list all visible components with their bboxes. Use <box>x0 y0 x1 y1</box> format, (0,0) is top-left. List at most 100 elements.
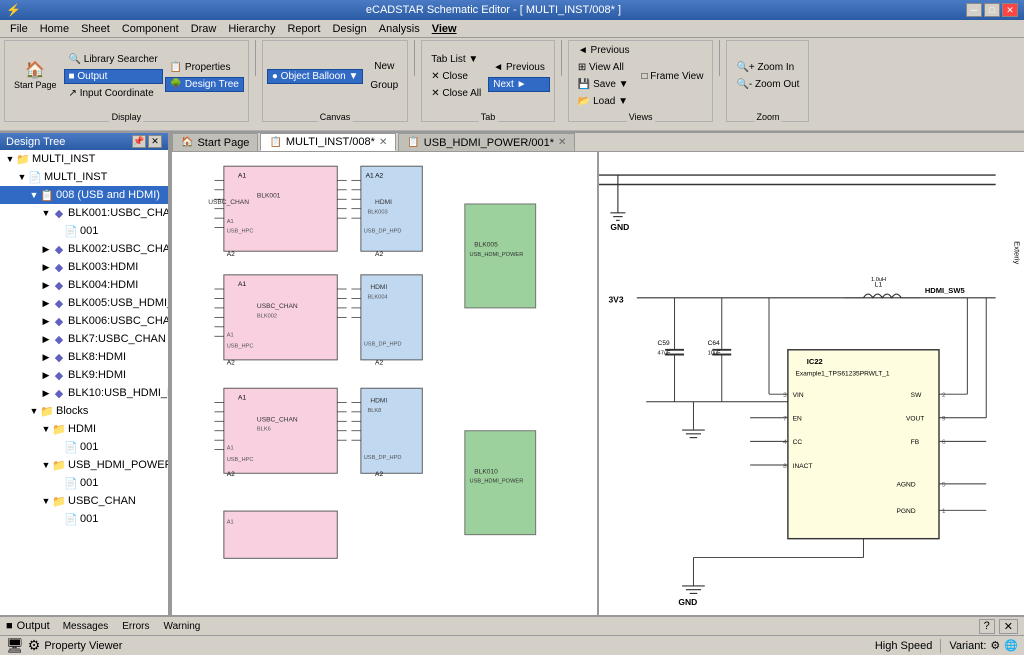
toolbar-views-group: ◄ Previous ⊞ View All 💾 Save ▼ 📂 Load ▼ … <box>568 40 714 122</box>
tree-item-usb-hdmi-power[interactable]: ▼ 📁 USB_HDMI_POWER <box>0 456 168 474</box>
expand-icon[interactable]: ▶ <box>40 279 52 291</box>
3v3-label: 3V3 <box>608 295 623 305</box>
menu-draw[interactable]: Draw <box>185 22 223 36</box>
properties-btn[interactable]: 📋 Properties <box>165 60 244 75</box>
panel-close-btn[interactable]: ✕ <box>148 135 162 148</box>
object-balloon-btn[interactable]: ● Object Balloon ▼ <box>267 69 364 84</box>
minimize-btn[interactable]: ─ <box>966 3 982 17</box>
blk008-botlabel: USB_DP_HPD <box>364 455 402 461</box>
doc-icon: 📄 <box>64 224 78 238</box>
right-schematic[interactable]: Exteriy GND 3V3 <box>599 152 1024 615</box>
expand-icon[interactable]: ▶ <box>40 315 52 327</box>
group-btn[interactable]: Group <box>365 77 403 94</box>
zoom-in-btn[interactable]: 🔍+ Zoom In <box>731 60 804 75</box>
c59-val: 47uF <box>658 351 671 357</box>
tab-close-icon[interactable]: ✕ <box>558 137 566 148</box>
output-close-btn[interactable]: ✕ <box>999 619 1018 634</box>
blk003-botlabel: USB_DP_HPD <box>364 228 402 234</box>
expand-icon[interactable]: ▶ <box>40 261 52 273</box>
output-tab-messages[interactable]: Messages <box>58 619 114 634</box>
menu-component[interactable]: Component <box>116 22 185 36</box>
tree-item-blk004[interactable]: ▶ ◆ BLK004:HDMI <box>0 276 168 294</box>
output-tab-warning[interactable]: Warning <box>159 619 206 634</box>
load-view-btn[interactable]: 📂 Load ▼ <box>573 94 635 109</box>
expand-icon[interactable]: ▼ <box>28 189 40 201</box>
close-tab-btn[interactable]: ✕ Close <box>426 69 486 84</box>
expand-icon[interactable]: ▶ <box>40 369 52 381</box>
output-help-btn[interactable]: ? <box>979 619 995 634</box>
expand-icon[interactable]: ▶ <box>40 351 52 363</box>
tree-item-usbc-001[interactable]: 📄 001 <box>0 510 168 528</box>
tree-item-blk9[interactable]: ▶ ◆ BLK9:HDMI <box>0 366 168 384</box>
output-btn[interactable]: ■ Output <box>64 69 163 84</box>
tree-item-blk001[interactable]: ▼ ◆ BLK001:USBC_CHAN <box>0 204 168 222</box>
tree-item-hdmi-001[interactable]: 📄 001 <box>0 438 168 456</box>
prev-view-btn[interactable]: ◄ Previous <box>573 43 635 58</box>
close-all-btn[interactable]: ✕ Close All <box>426 86 486 101</box>
save-view-btn[interactable]: 💾 Save ▼ <box>573 77 635 92</box>
tree-item-usbc-chan[interactable]: ▼ 📁 USBC_CHAN <box>0 492 168 510</box>
tab-start-page[interactable]: 🏠 Start Page <box>172 133 258 151</box>
design-tree-btn[interactable]: 🌳 Design Tree <box>165 77 244 92</box>
menu-sheet[interactable]: Sheet <box>75 22 116 36</box>
new-btn[interactable]: New <box>365 58 403 75</box>
tree-item-blk10[interactable]: ▶ ◆ BLK10:USB_HDMI_POWER <box>0 384 168 402</box>
library-searcher-btn[interactable]: 🔍 Library Searcher <box>64 52 163 67</box>
expand-icon[interactable]: ▼ <box>40 495 52 507</box>
tab-close-icon[interactable]: ✕ <box>379 137 387 148</box>
panel-pin-btn[interactable]: 📌 <box>132 135 146 148</box>
status-extra-icon: 🌐 <box>1004 639 1018 652</box>
output-tab-errors[interactable]: Errors <box>117 619 154 634</box>
tree-item-001a[interactable]: 📄 001 <box>0 222 168 240</box>
prev-tab-btn[interactable]: ◄ Previous <box>488 60 550 75</box>
expand-icon[interactable]: ▶ <box>40 243 52 255</box>
tree-item-008[interactable]: ▼ 📋 008 (USB and HDMI) <box>0 186 168 204</box>
menu-file[interactable]: File <box>4 22 34 36</box>
tab-list-btn[interactable]: Tab List ▼ <box>426 52 486 67</box>
menu-view[interactable]: View <box>426 22 463 36</box>
tree-item-blk7[interactable]: ▶ ◆ BLK7:USBC_CHAN <box>0 330 168 348</box>
expand-icon[interactable]: ▼ <box>16 171 28 183</box>
start-page-btn[interactable]: 🏠 Start Page <box>9 60 62 93</box>
views-label: Views <box>627 112 655 122</box>
blk004-label: HDMI <box>370 284 387 291</box>
expand-icon[interactable]: ▼ <box>4 153 16 165</box>
tree-item-blk003[interactable]: ▶ ◆ BLK003:HDMI <box>0 258 168 276</box>
tree-item-usb-hdmi-001[interactable]: 📄 001 <box>0 474 168 492</box>
menu-analysis[interactable]: Analysis <box>373 22 426 36</box>
pin4: 4 <box>783 439 787 446</box>
tree-item-blk006[interactable]: ▶ ◆ BLK006:USBC_CHAN <box>0 312 168 330</box>
tree-item-blk002[interactable]: ▶ ◆ BLK002:USBC_CHAN <box>0 240 168 258</box>
tree-item-blocks[interactable]: ▼ 📁 Blocks <box>0 402 168 420</box>
tab-multi-inst-008[interactable]: 📋 MULTI_INST/008* ✕ <box>260 133 396 151</box>
tree-item-blk005[interactable]: ▶ ◆ BLK005:USB_HDMI_POWER <box>0 294 168 312</box>
zoom-out-btn[interactable]: 🔍- Zoom Out <box>731 77 804 92</box>
input-coordinate-btn[interactable]: ↗ Input Coordinate <box>64 86 163 101</box>
expand-icon[interactable]: ▶ <box>40 333 52 345</box>
blk003-label-top: A1 A2 <box>366 173 384 180</box>
left-schematic[interactable]: A1 USBC_CHAN BLK001 <box>172 152 599 615</box>
tree-item-multi-inst-root[interactable]: ▼ 📁 MULTI_INST <box>0 150 168 168</box>
view-all-btn[interactable]: ⊞ View All <box>573 60 635 75</box>
blk004-a2row: A2 <box>375 360 383 367</box>
expand-icon[interactable]: ▼ <box>40 459 52 471</box>
expand-placeholder <box>52 513 64 525</box>
close-btn[interactable]: ✕ <box>1002 3 1018 17</box>
tree-item-blk8[interactable]: ▶ ◆ BLK8:HDMI <box>0 348 168 366</box>
menu-hierarchy[interactable]: Hierarchy <box>222 22 281 36</box>
tree-item-multi-inst[interactable]: ▼ 📄 MULTI_INST <box>0 168 168 186</box>
next-tab-btn[interactable]: Next ► <box>488 77 550 92</box>
menu-design[interactable]: Design <box>326 22 372 36</box>
expand-icon[interactable]: ▼ <box>40 423 52 435</box>
tree-item-hdmi[interactable]: ▼ 📁 HDMI <box>0 420 168 438</box>
canvas-area: 🏠 Start Page 📋 MULTI_INST/008* ✕ 📋 USB_H… <box>172 133 1024 615</box>
menu-report[interactable]: Report <box>281 22 326 36</box>
expand-icon[interactable]: ▼ <box>28 405 40 417</box>
tab-usb-hdmi-power[interactable]: 📋 USB_HDMI_POWER/001* ✕ <box>398 133 575 151</box>
maximize-btn[interactable]: □ <box>984 3 1000 17</box>
menu-home[interactable]: Home <box>34 22 75 36</box>
expand-icon[interactable]: ▼ <box>40 207 52 219</box>
expand-icon[interactable]: ▶ <box>40 297 52 309</box>
expand-icon[interactable]: ▶ <box>40 387 52 399</box>
frame-view-btn[interactable]: □ Frame View <box>636 69 708 84</box>
